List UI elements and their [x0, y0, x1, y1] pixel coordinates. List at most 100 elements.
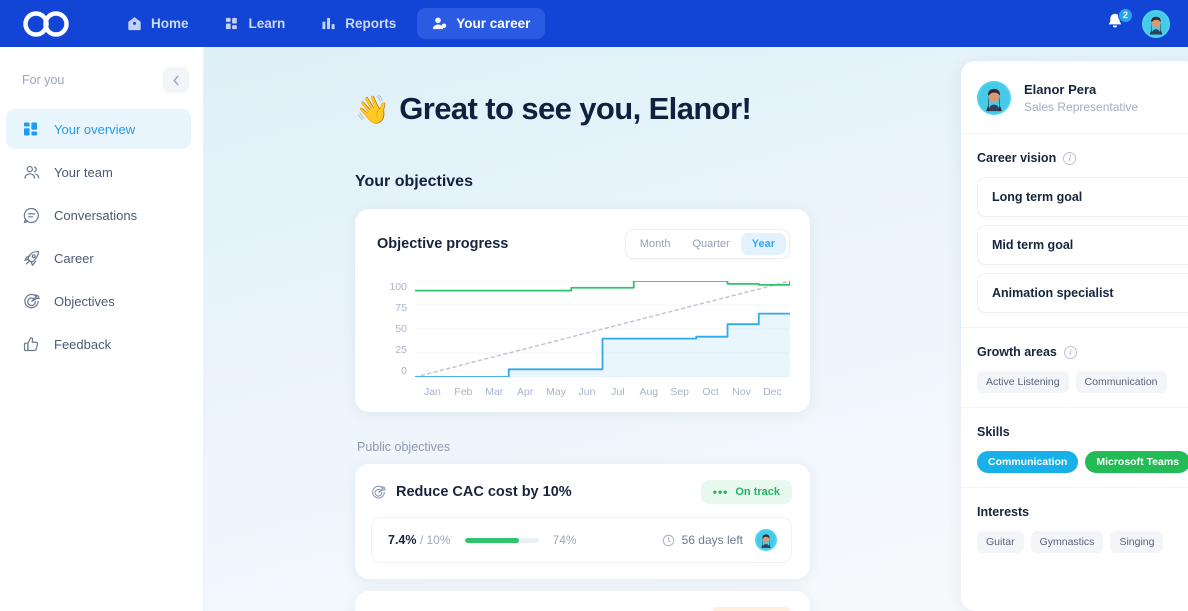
growth-areas-title: Growth areas	[977, 345, 1057, 359]
skills-chips: Communication Microsoft Teams	[977, 451, 1188, 473]
x-tick-jun: Jun	[578, 386, 596, 398]
career-goal-specialist[interactable]: Animation specialist	[977, 273, 1188, 313]
growth-chip-communication[interactable]: Communication	[1075, 371, 1167, 393]
user-avatar-nav[interactable]	[1142, 9, 1170, 38]
app-shell: For you Your overview Your team Conversa…	[0, 47, 1188, 611]
growth-chip-active-listening[interactable]: Active Listening	[977, 371, 1069, 393]
range-segmented-control: Month Quarter Year	[624, 229, 790, 259]
progress-current: 7.4%	[388, 533, 417, 547]
nav-item-your-career-label: Your career	[456, 16, 531, 31]
sidebar-item-objectives[interactable]: Objectives	[6, 281, 191, 321]
skill-chip-communication[interactable]: Communication	[977, 451, 1079, 473]
x-tick-dec: Dec	[763, 386, 782, 398]
profile-side-panel: Elanor Pera Sales Representative Career …	[961, 61, 1188, 611]
panel-user-row[interactable]: Elanor Pera Sales Representative	[961, 61, 1188, 134]
interest-chip-guitar[interactable]: Guitar	[977, 531, 1024, 553]
objective-owner-avatar[interactable]	[755, 529, 777, 551]
range-option-year[interactable]: Year	[740, 233, 786, 255]
interest-chip-singing[interactable]: Singing	[1110, 531, 1164, 553]
x-tick-jul: Jul	[611, 386, 625, 398]
x-tick-aug: Aug	[639, 386, 659, 398]
sidebar-item-your-team-label: Your team	[54, 164, 113, 180]
sidebar-header-label: For you	[22, 73, 65, 87]
progress-bar	[464, 537, 539, 543]
reports-icon	[321, 16, 336, 31]
career-vision-section: Career vision i Long term goal Mid term …	[961, 134, 1188, 328]
days-left-label: 56 days left	[681, 533, 743, 547]
skills-title-row: Skills	[977, 425, 1188, 439]
chevron-left-icon	[173, 75, 179, 85]
sidebar-item-your-team[interactable]: Your team	[6, 152, 191, 192]
status-dots-icon: •••	[712, 485, 729, 499]
x-tick-feb: Feb	[454, 386, 473, 398]
notifications-button[interactable]: 2	[1104, 7, 1133, 35]
range-option-quarter[interactable]: Quarter	[681, 233, 740, 255]
progress-target: / 10%	[419, 533, 451, 547]
nav-item-reports[interactable]: Reports	[306, 8, 411, 39]
skills-title: Skills	[977, 425, 1010, 439]
skill-chip-microsoft-teams[interactable]: Microsoft Teams	[1085, 451, 1188, 473]
career-vision-title-row: Career vision i	[977, 151, 1188, 165]
nav-item-learn[interactable]: Learn	[210, 8, 301, 39]
growth-areas-chips: Active Listening Communication	[977, 371, 1188, 393]
skills-section: Skills Communication Microsoft Teams	[961, 408, 1188, 488]
sidebar-collapse-button[interactable]	[163, 67, 189, 93]
objective-header: Reduce CAC cost by 10% ••• On track	[371, 480, 792, 504]
infinity-logo[interactable]	[22, 10, 72, 37]
sidebar-item-feedback[interactable]: Feedback	[6, 324, 191, 364]
info-icon[interactable]: i	[1063, 151, 1077, 165]
interests-title-row: Interests	[977, 505, 1188, 519]
content-column: 👋 Great to see you, Elanor! Your objecti…	[355, 91, 810, 611]
y-tick-75: 75	[395, 302, 407, 314]
panel-user-role: Sales Representative	[1024, 100, 1139, 114]
status-badge-label: On track	[735, 486, 780, 498]
target-icon	[22, 293, 40, 310]
clock-icon	[662, 534, 675, 547]
growth-areas-title-row: Growth areas i	[977, 345, 1188, 359]
x-tick-jan: Jan	[423, 386, 441, 398]
notification-count-badge: 2	[1118, 7, 1133, 23]
nav-item-your-career[interactable]: Your career	[417, 8, 546, 39]
sidebar-item-career-label: Career	[54, 250, 94, 266]
progress-values: 7.4% / 10%	[388, 533, 451, 547]
career-goal-long-term[interactable]: Long term goal	[977, 177, 1188, 217]
top-navigation-bar: Home Learn Reports Your career 2	[0, 0, 1188, 47]
x-tick-apr: Apr	[516, 386, 534, 398]
info-icon[interactable]: i	[1063, 345, 1077, 359]
chart-title: Objective progress	[377, 236, 509, 252]
panel-user-name: Elanor Pera	[1024, 82, 1097, 97]
objective-card-reduce-cac[interactable]: Reduce CAC cost by 10% ••• On track 7.4%…	[355, 464, 810, 579]
public-objectives-label: Public objectives	[357, 440, 451, 454]
interest-chip-gymnastics[interactable]: Gymnastics	[1030, 531, 1104, 553]
progress-bar-fill	[464, 537, 520, 543]
dashboard-icon	[22, 121, 40, 137]
profile-avatar	[977, 81, 1011, 115]
objective-card-customer-satisfaction[interactable]: Reach 97% customer satisfaction ••• At r…	[355, 591, 810, 611]
y-tick-100: 100	[389, 281, 407, 293]
range-option-month[interactable]: Month	[629, 233, 682, 255]
waving-hand-icon: 👋	[355, 93, 390, 125]
nav-right-cluster: 2	[1104, 7, 1174, 38]
rocket-icon	[22, 250, 40, 267]
learn-icon	[225, 16, 240, 31]
career-goal-mid-term[interactable]: Mid term goal	[977, 225, 1188, 265]
career-vision-title: Career vision	[977, 151, 1057, 165]
sidebar-item-career[interactable]: Career	[6, 238, 191, 278]
chart-plot[interactable]	[415, 281, 790, 377]
nav-item-home[interactable]: Home	[112, 8, 204, 39]
nav-item-learn-label: Learn	[248, 16, 286, 31]
sidebar-item-conversations[interactable]: Conversations	[6, 195, 191, 235]
objective-progress-card: Objective progress Month Quarter Year 10…	[355, 209, 810, 412]
thumbs-up-icon	[22, 336, 40, 353]
nav-item-home-label: Home	[151, 16, 189, 31]
nav-item-reports-label: Reports	[345, 16, 397, 31]
panel-user-text: Elanor Pera Sales Representative	[1024, 82, 1138, 114]
interests-section: Interests Guitar Gymnastics Singing	[961, 488, 1188, 567]
sidebar-item-your-overview[interactable]: Your overview	[6, 109, 191, 149]
chart-plot-wrapper: Jan Feb Mar Apr May Jun Jul Aug Sep Oct Nov Dec	[415, 281, 790, 398]
sidebar-header: For you	[0, 63, 203, 97]
x-tick-oct: Oct	[702, 386, 719, 398]
progress-percent: 74%	[552, 533, 577, 547]
series-team-objectives-line	[415, 281, 790, 292]
x-tick-sep: Sep	[670, 386, 690, 398]
